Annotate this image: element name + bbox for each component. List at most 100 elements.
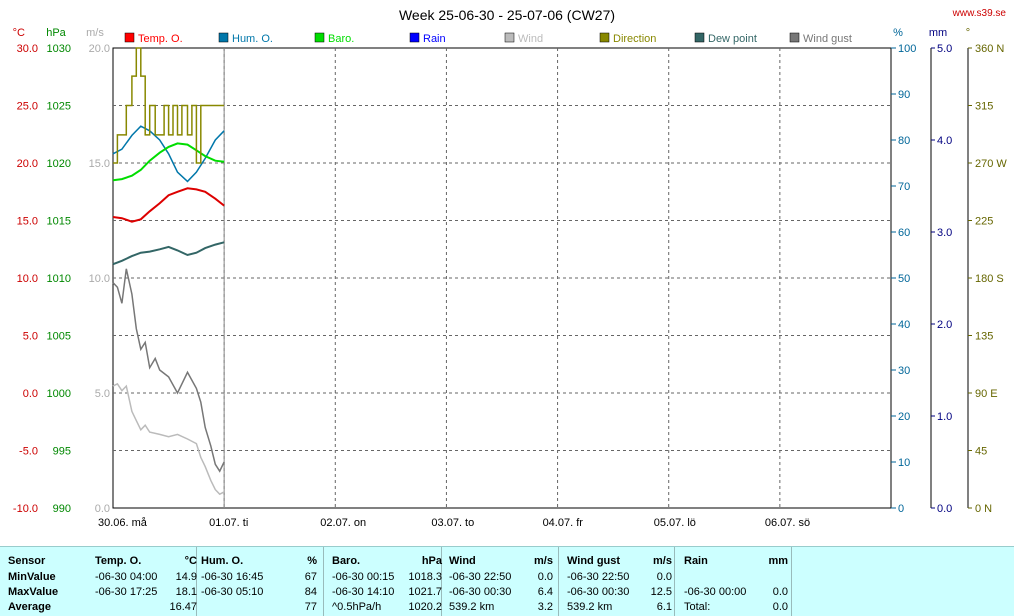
table-cell-time: -06-30 14:10 [332,586,395,598]
table-cell-time: -06-30 16:45 [201,571,264,583]
axis-tick-label: 1015 [47,216,71,228]
table-column-separator [558,547,559,616]
table-header-unit: m/s [653,555,672,567]
axis-unit-label: ° [966,27,970,39]
axis-tick-label: 995 [53,446,71,458]
axis-tick-label: 20.0 [89,43,110,55]
x-tick-label: 05.07. lö [654,517,696,529]
table-cell-time: Total: [684,601,711,613]
table-row-label: Average [8,601,52,613]
table-row-label: MaxValue [8,586,59,598]
axis-tick-label: 0.0 [937,503,952,515]
table-header-unit: m/s [534,555,553,567]
table-cell-value: 18.1 [175,586,197,598]
axis-tick-label: -5.0 [19,446,38,458]
axis-tick-label: 1010 [47,273,71,285]
table-header: Wind [449,555,476,567]
axis-tick-label: 4.0 [937,135,952,147]
x-tick-label: 04.07. fr [543,517,584,529]
legend-swatch [124,32,135,43]
table-header-unit: mm [768,555,788,567]
axis-tick-label: 25.0 [17,101,38,113]
table-cell-time: -06-30 00:30 [567,586,630,598]
axis-tick-label: 20.0 [17,158,38,170]
axis-tick-label: 270 W [975,158,1007,170]
table-cell-value: 67 [304,571,317,583]
axis-tick-label: 10.0 [17,273,38,285]
axis-tick-label: 0.0 [23,388,38,400]
table-cell-time: -06-30 05:10 [201,586,264,598]
table-header: Baro. [332,555,361,567]
legend-label: Temp. O. [138,33,183,45]
axis-tick-label: 20 [898,411,910,423]
table-cell-value: 0.0 [772,586,788,598]
axis-tick-label: 1030 [47,43,71,55]
axis-tick-label: 80 [898,135,910,147]
axis-tick-label: 10.0 [89,273,110,285]
axis-tick-label: 1005 [47,331,71,343]
axis-tick-label: 1000 [47,388,71,400]
axis-tick-label: 100 [898,43,916,55]
legend-swatch [314,32,325,43]
table-header-unit: hPa [421,555,442,567]
table-cell-value: 1018.3 [408,571,442,583]
axis-tick-label: -10.0 [13,503,38,515]
weather-chart-page: Week 25-06-30 - 25-07-06 (CW27) www.s39.s… [0,0,1014,616]
axis-tick-label: 70 [898,181,910,193]
axis-tick-label: 1.0 [937,411,952,423]
legend-label: Rain [423,33,446,45]
table-header: Wind gust [567,555,621,567]
axis-tick-label: 5.0 [95,388,110,400]
table-cell-value: 12.5 [650,586,672,598]
axis-tick-label: 30.0 [17,43,38,55]
table-cell-value: 6.1 [656,601,672,613]
legend-swatch [218,32,229,43]
axis-tick-label: 3.0 [937,227,952,239]
chart-title: Week 25-06-30 - 25-07-06 (CW27) [399,7,615,23]
table-cell-value: 0.0 [772,601,788,613]
table-cell-time: 539.2 km [567,601,613,613]
axis-tick-label: 45 [975,446,987,458]
x-tick-label: 01.07. ti [209,517,248,529]
axis-tick-label: 60 [898,227,910,239]
axis-tick-label: 0.0 [95,503,110,515]
axis-tick-label: 1025 [47,101,71,113]
table-cell-value: 1021.7 [408,586,442,598]
axis-unit-label: hPa [46,27,66,39]
site-label: www.s39.se [952,8,1007,19]
table-header: Sensor [8,555,46,567]
table-cell-time: 539.2 km [449,601,495,613]
table-cell-value: 1020.2 [408,601,442,613]
x-tick-label: 02.07. on [320,517,366,529]
axis-tick-label: 30 [898,365,910,377]
table-cell-value: 77 [304,601,317,613]
table-row-label: MinValue [8,571,56,583]
table-cell-value: 6.4 [537,586,553,598]
weather-chart: Week 25-06-30 - 25-07-06 (CW27) www.s39.s… [13,7,1008,529]
legend-swatch [504,32,515,43]
axis-tick-label: 135 [975,331,993,343]
axis-tick-label: 50 [898,273,910,285]
legend-label: Direction [613,33,656,45]
x-tick-label: 03.07. to [431,517,474,529]
axis-tick-label: 90 E [975,388,998,400]
table-cell-value: 3.2 [537,601,553,613]
axis-tick-label: 180 S [975,273,1004,285]
legend-label: Wind [518,33,543,45]
axis-tick-label: 15.0 [17,216,38,228]
axis-tick-label: 40 [898,319,910,331]
axis-tick-label: 90 [898,89,910,101]
statistics-table: Sensor Temp. O. °C Hum. O.% Baro. hPa Wind m/s W… [0,546,1014,616]
table-column-separator [791,547,792,616]
legend-swatch [789,32,800,43]
table-cell-time: -06-30 22:50 [567,571,630,583]
axis-tick-label: 1020 [47,158,71,170]
axis-tick-label: 15.0 [89,158,110,170]
table-cell-value: 16.47 [169,601,197,613]
axis-tick-label: 0 [898,503,904,515]
table-header: Temp. O. [95,555,142,567]
legend-swatch [409,32,420,43]
legend-label: Baro. [328,33,354,45]
axis-tick-label: 2.0 [937,319,952,331]
x-tick-label: 30.06. må [98,517,148,529]
